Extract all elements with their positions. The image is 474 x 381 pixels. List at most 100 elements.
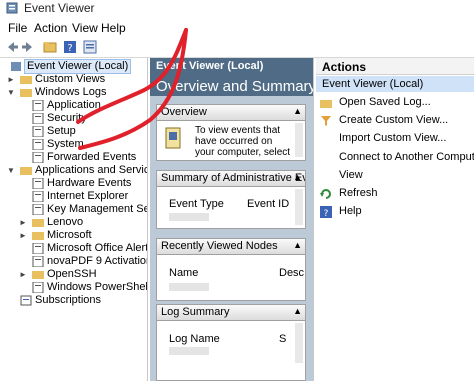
tree-root-label: Event Viewer (Local) — [24, 59, 132, 74]
tree-security[interactable]: Security — [4, 112, 147, 125]
tree-lenovo[interactable]: ► Lenovo — [4, 216, 147, 229]
tree-subscriptions[interactable]: Subscriptions — [4, 294, 147, 307]
svg-text:?: ? — [67, 43, 72, 54]
log-icon — [32, 178, 44, 189]
import-custom-view-action[interactable]: Import Custom View... — [320, 132, 470, 146]
vertical-scrollbar[interactable] — [295, 323, 303, 363]
menu-help[interactable]: Help — [101, 21, 126, 35]
collapse-icon[interactable]: ▲ — [293, 306, 302, 316]
log-summary-section: Log Summary ▲ Log Name S — [156, 304, 306, 381]
tree-application[interactable]: Application — [4, 99, 147, 112]
tree-hardware-events[interactable]: Hardware Events — [4, 177, 147, 190]
folder-icon — [20, 167, 32, 175]
folder-icon[interactable] — [42, 39, 58, 55]
refresh-action[interactable]: Refresh — [320, 187, 470, 201]
expand-icon[interactable]: ► — [18, 268, 28, 281]
collapse-icon[interactable]: ▲ — [293, 172, 302, 182]
properties-icon[interactable] — [82, 39, 98, 55]
column-header-description[interactable]: Desc — [279, 267, 304, 279]
open-saved-log-action[interactable]: Open Saved Log... — [320, 96, 470, 110]
tree-internet-explorer[interactable]: Internet Explorer — [4, 190, 147, 203]
tree-setup[interactable]: Setup — [4, 125, 147, 138]
action-label: Help — [339, 205, 362, 217]
column-header-size[interactable]: S — [279, 333, 286, 345]
menu-view[interactable]: View — [72, 21, 98, 35]
tree-apps-services[interactable]: ▼ Applications and Services Lo — [4, 164, 147, 177]
collapse-icon[interactable]: ▼ — [6, 86, 16, 99]
tree-key-management[interactable]: Key Management Service — [4, 203, 147, 216]
tree-openssh[interactable]: ► OpenSSH — [4, 268, 147, 281]
section-header[interactable]: Recently Viewed Nodes ▲ — [156, 238, 306, 255]
tree-label: OpenSSH — [47, 268, 97, 280]
tree-label: Custom Views — [35, 73, 106, 85]
vertical-scrollbar[interactable] — [295, 189, 303, 225]
menu-action[interactable]: Action — [34, 21, 67, 35]
log-icon — [32, 191, 44, 202]
tree-label: Subscriptions — [35, 294, 102, 306]
tree-label: System — [47, 138, 84, 150]
tree-label: Windows Logs — [35, 86, 107, 98]
action-label: Import Custom View... — [339, 132, 447, 144]
collapse-icon[interactable]: ▼ — [6, 164, 16, 177]
create-custom-view-action[interactable]: Create Custom View... — [320, 114, 470, 128]
column-header-log-name[interactable]: Log Name — [169, 333, 220, 345]
column-header-event-type[interactable]: Event Type — [169, 198, 224, 210]
event-log-icon — [165, 127, 181, 149]
overview-pane: Event Viewer (Local) Overview and Summar… — [150, 58, 314, 381]
redacted-row — [169, 283, 209, 291]
section-header[interactable]: Overview ▲ — [156, 104, 306, 121]
tree-label: novaPDF 9 Activation — [47, 255, 148, 267]
tree-label: Security — [47, 112, 87, 124]
menu-file[interactable]: File — [8, 21, 27, 35]
refresh-icon — [320, 189, 331, 199]
connect-computer-action[interactable]: Connect to Another Computer... — [320, 151, 474, 165]
view-action[interactable]: View — [320, 169, 470, 183]
overview-text: To view events that have occurred on you… — [195, 125, 295, 158]
folder-icon — [32, 219, 44, 227]
folder-icon — [32, 271, 44, 279]
forward-arrow-icon[interactable] — [20, 39, 36, 55]
tree-label: Microsoft — [47, 229, 92, 241]
section-header[interactable]: Summary of Administrative Events ▲ — [156, 170, 306, 187]
pane-location: Event Viewer (Local) — [156, 60, 264, 72]
column-header-name[interactable]: Name — [169, 267, 198, 279]
expand-icon[interactable]: ► — [18, 229, 28, 242]
tree-label: Key Management Service — [47, 203, 147, 215]
window-title: Event Viewer — [24, 1, 95, 15]
tree-powershell[interactable]: Windows PowerShell — [4, 281, 147, 294]
collapse-icon[interactable]: ▲ — [293, 106, 302, 116]
tree-label: Lenovo — [47, 216, 84, 228]
tree-label: Setup — [47, 125, 76, 137]
actions-context[interactable]: Event Viewer (Local) — [316, 76, 474, 92]
help-action[interactable]: ? Help — [320, 205, 470, 219]
tree-system[interactable]: System — [4, 138, 147, 151]
tree-novapdf[interactable]: novaPDF 9 Activation — [4, 255, 148, 268]
section-title: Log Summary — [161, 306, 230, 318]
tree-office-alerts[interactable]: Microsoft Office Alerts — [4, 242, 148, 255]
expand-icon[interactable]: ► — [18, 216, 28, 229]
subscriptions-icon — [20, 295, 32, 306]
tree-root[interactable]: Event Viewer (Local) — [4, 59, 147, 74]
menu-bar: File Action View Help — [0, 18, 474, 36]
tree-windows-logs[interactable]: ▼ Windows Logs — [4, 86, 147, 99]
log-icon — [32, 204, 44, 215]
expand-icon[interactable]: ► — [6, 73, 16, 86]
event-viewer-icon — [6, 2, 18, 14]
log-icon — [32, 100, 44, 111]
tree-custom-views[interactable]: ► Custom Views — [4, 73, 147, 86]
tree-microsoft[interactable]: ► Microsoft — [4, 229, 147, 242]
summary-section: Summary of Administrative Events ▲ Event… — [156, 170, 306, 229]
back-arrow-icon[interactable] — [4, 39, 20, 55]
vertical-scrollbar[interactable] — [295, 123, 303, 157]
collapse-icon[interactable]: ▲ — [293, 240, 302, 250]
tree-forwarded-events[interactable]: Forwarded Events — [4, 151, 147, 164]
log-icon — [32, 152, 44, 163]
tree-label: Microsoft Office Alerts — [47, 242, 148, 254]
help-icon: ? — [320, 206, 332, 218]
help-icon[interactable]: ? — [62, 39, 78, 55]
open-folder-icon — [320, 100, 332, 108]
event-viewer-icon — [11, 62, 21, 71]
section-header[interactable]: Log Summary ▲ — [156, 304, 306, 321]
column-header-event-id[interactable]: Event ID — [247, 198, 289, 210]
log-icon — [32, 243, 44, 254]
